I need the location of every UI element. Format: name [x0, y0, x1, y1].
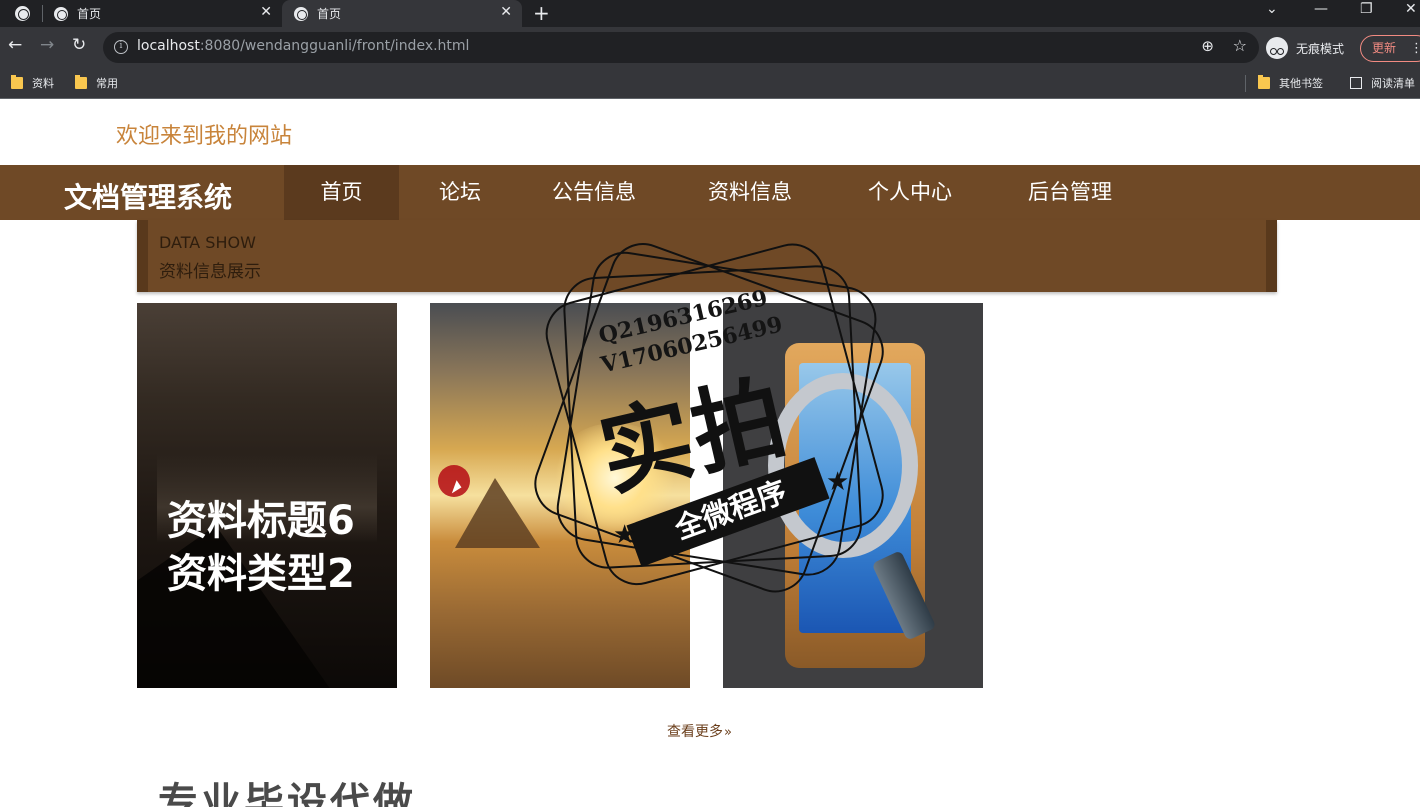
- bottom-banner-text: 专业毕设代做: [158, 780, 416, 807]
- tab-title: 首页: [317, 7, 342, 21]
- address-bar[interactable]: i localhost:8080/wendangguanli/front/ind…: [103, 32, 1259, 63]
- reading-list[interactable]: 阅读清单: [1350, 75, 1415, 91]
- tab-title: 首页: [77, 7, 102, 21]
- globe-icon: [54, 6, 68, 21]
- incognito-indicator[interactable]: 无痕模式: [1266, 37, 1344, 59]
- new-tab-plus-icon[interactable]: +: [533, 1, 550, 25]
- browser-toolbar: ← → ↻ i localhost:8080/wendangguanli/fro…: [0, 27, 1420, 68]
- incognito-icon: [1266, 37, 1288, 59]
- bookmark-folder-other[interactable]: 其他书签: [1258, 75, 1323, 91]
- section-title-en: DATA SHOW: [159, 233, 256, 252]
- browser-tab-2-active[interactable]: 首页 ✕: [282, 0, 522, 27]
- site-title: 文档管理系统: [64, 181, 233, 214]
- watermark-stamp: Q2196316269 V17060256499 实拍 全微程序 ★ ★: [520, 232, 905, 597]
- bookmarks-separator: [1245, 75, 1246, 92]
- folder-icon: [75, 75, 87, 89]
- restore-icon[interactable]: ❐: [1360, 1, 1373, 17]
- more-menu-icon[interactable]: ⋮: [1410, 36, 1420, 61]
- browser-tab-bar: 首页 ✕ 首页 ✕ + ⌄ — ❐ ✕: [0, 0, 1420, 27]
- bookmark-label: 常用: [96, 77, 118, 90]
- nav-forum[interactable]: 论坛: [415, 165, 505, 220]
- tab-list-chevron-icon[interactable]: ⌄: [1266, 1, 1278, 17]
- close-icon[interactable]: ✕: [260, 4, 272, 20]
- view-more-label: 查看更多: [667, 724, 723, 740]
- folder-icon: [11, 75, 23, 89]
- nav-documents[interactable]: 资料信息: [690, 165, 810, 220]
- nav-home[interactable]: 首页: [284, 165, 399, 220]
- view-more-link[interactable]: 查看更多»: [667, 721, 732, 741]
- incognito-label: 无痕模式: [1296, 41, 1345, 56]
- update-button[interactable]: 更新 ⋮: [1360, 35, 1420, 62]
- minimize-icon[interactable]: —: [1314, 1, 1328, 17]
- bookmark-folder-ziliao[interactable]: 资料: [11, 75, 54, 91]
- nav-admin[interactable]: 后台管理: [1010, 165, 1130, 220]
- bookmarks-bar: 资料 常用 其他书签 阅读清单: [0, 68, 1420, 99]
- tab-search-globe-icon[interactable]: [15, 6, 30, 21]
- double-chevron-right-icon: »: [724, 725, 732, 740]
- nav-announcements[interactable]: 公告信息: [534, 165, 654, 220]
- bookmark-label: 资料: [32, 77, 54, 90]
- info-icon[interactable]: i: [114, 40, 128, 54]
- update-label: 更新: [1372, 41, 1397, 55]
- welcome-text: 欢迎来到我的网站: [116, 124, 293, 149]
- reload-icon[interactable]: ↻: [72, 35, 86, 55]
- globe-icon: [294, 6, 308, 21]
- zoom-icon[interactable]: ⊕: [1201, 37, 1214, 55]
- back-arrow-icon[interactable]: ←: [8, 35, 22, 55]
- bookmark-label: 其他书签: [1279, 77, 1323, 90]
- forward-arrow-icon[interactable]: →: [40, 35, 54, 55]
- bookmark-folder-changyong[interactable]: 常用: [75, 75, 118, 91]
- reading-list-icon: [1350, 77, 1362, 89]
- card-title: 资料标题6: [167, 498, 355, 544]
- document-card-1[interactable]: 资料标题6 资料类型2: [137, 303, 397, 688]
- folder-icon: [1258, 75, 1270, 89]
- close-icon[interactable]: ✕: [500, 4, 512, 20]
- nav-personal-center[interactable]: 个人中心: [850, 165, 970, 220]
- star-icon: ★: [826, 467, 850, 497]
- section-title-cn: 资料信息展示: [159, 262, 261, 282]
- site-nav-bar: 文档管理系统 首页 论坛 公告信息 资料信息 个人中心 后台管理: [0, 165, 1420, 220]
- star-icon: ★: [613, 520, 637, 550]
- browser-tab-1[interactable]: 首页 ✕: [42, 0, 282, 27]
- card-type: 资料类型2: [167, 551, 355, 597]
- bookmark-star-icon[interactable]: ☆: [1233, 36, 1247, 55]
- bookmark-label: 阅读清单: [1371, 77, 1415, 90]
- url-text[interactable]: localhost:8080/wendangguanli/front/index…: [137, 38, 469, 54]
- window-close-icon[interactable]: ✕: [1405, 1, 1417, 17]
